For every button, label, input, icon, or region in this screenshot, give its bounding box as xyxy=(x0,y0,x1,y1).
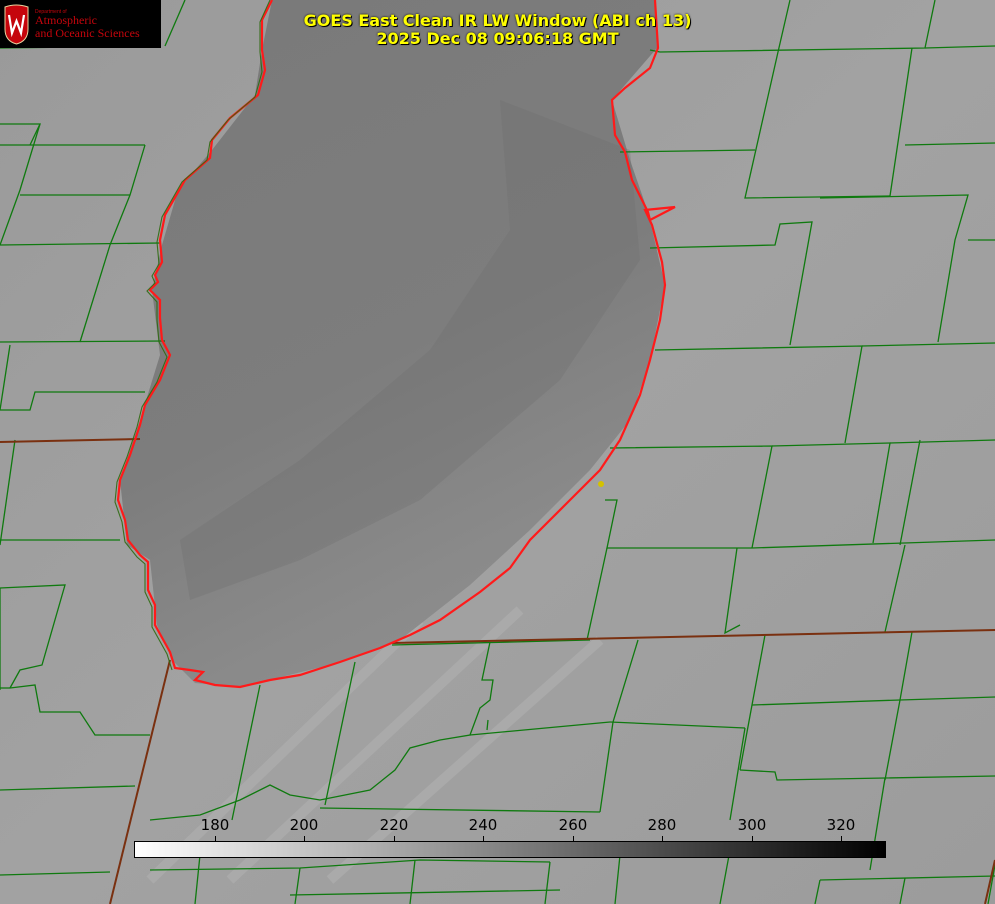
map-stage: Department of Atmospheric and Oceanic Sc… xyxy=(0,0,995,904)
map-timestamp: 2025 Dec 08 09:06:18 GMT xyxy=(376,29,619,48)
colorbar xyxy=(134,841,886,858)
satellite-map[interactable] xyxy=(0,0,995,904)
colorbar-tick-label: 260 xyxy=(558,816,588,834)
colorbar-tick-label: 300 xyxy=(737,816,767,834)
colorbar-tick-label: 200 xyxy=(289,816,319,834)
colorbar-tick-label: 220 xyxy=(379,816,409,834)
colorbar-tick-label: 240 xyxy=(468,816,498,834)
colorbar-tick-label: 280 xyxy=(647,816,677,834)
colorbar-tick-label: 320 xyxy=(826,816,856,834)
location-marker xyxy=(598,481,604,487)
map-title: GOES East Clean IR LW Window (ABI ch 13) xyxy=(303,11,692,30)
colorbar-tick-label: 180 xyxy=(200,816,230,834)
